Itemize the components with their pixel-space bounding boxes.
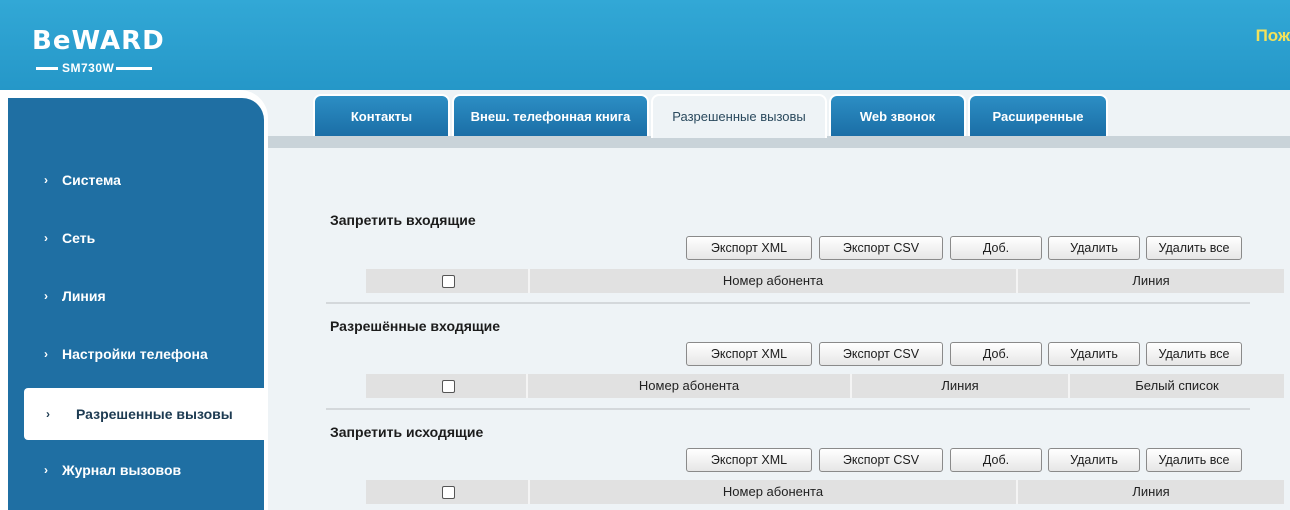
tab-label: Внеш. телефонная книга <box>470 109 631 124</box>
table-header: Номер абонента Линия Белый список <box>366 374 1284 398</box>
sidebar-item-label: Журнал вызовов <box>62 462 182 478</box>
model-line-left <box>36 67 58 70</box>
export-xml-button[interactable]: Экспорт XML <box>686 448 812 472</box>
delete-all-button[interactable]: Удалить все <box>1146 342 1242 366</box>
model-text: SM730W <box>62 61 115 75</box>
column-header: Линия <box>852 374 1070 398</box>
sidebar-item-label: Настройки телефона <box>62 346 208 362</box>
tab-contacts[interactable]: Контакты <box>313 94 450 136</box>
chevron-right-icon: › <box>44 231 48 245</box>
section-title-allow-incoming: Разрешённые входящие <box>330 318 501 334</box>
section-title-block-incoming: Запретить входящие <box>330 212 476 228</box>
sidebar-item-label: Разрешенные вызовы <box>76 406 233 422</box>
tab-allowed-calls[interactable]: Разрешенные вызовы <box>651 94 827 138</box>
brand-logo: BeWARD <box>32 26 165 56</box>
delete-button[interactable]: Удалить <box>1048 236 1140 260</box>
tab-web-call[interactable]: Web звонок <box>829 94 966 136</box>
column-header: Номер абонента <box>530 269 1018 293</box>
select-all-cell <box>366 480 530 504</box>
table-header: Номер абонента Линия <box>366 269 1284 293</box>
delete-all-button[interactable]: Удалить все <box>1146 448 1242 472</box>
chevron-right-icon: › <box>44 463 48 477</box>
sidebar-item-allowed-calls[interactable]: › Разрешенные вызовы <box>24 388 264 440</box>
chevron-right-icon: › <box>44 173 48 187</box>
select-all-cell <box>366 269 530 293</box>
delete-all-button[interactable]: Удалить все <box>1146 236 1242 260</box>
tab-label: Разрешенные вызовы <box>672 109 806 124</box>
column-header: Белый список <box>1135 378 1219 393</box>
sidebar-item-system[interactable]: › Система <box>8 154 264 206</box>
export-csv-button[interactable]: Экспорт CSV <box>819 236 943 260</box>
select-all-checkbox[interactable] <box>442 275 455 288</box>
chevron-right-icon: › <box>44 289 48 303</box>
sidebar-item-network[interactable]: › Сеть <box>8 212 264 264</box>
chevron-right-icon: › <box>44 347 48 361</box>
column-header: Линия <box>1132 484 1170 499</box>
model-label: SM730W <box>36 60 154 76</box>
section-divider <box>326 408 1250 410</box>
export-xml-button[interactable]: Экспорт XML <box>686 236 812 260</box>
sidebar-item-label: Сеть <box>62 230 96 246</box>
export-csv-button[interactable]: Экспорт CSV <box>819 448 943 472</box>
model-line-right <box>116 67 152 70</box>
delete-button[interactable]: Удалить <box>1048 342 1140 366</box>
tab-external-phonebook[interactable]: Внеш. телефонная книга <box>452 94 649 136</box>
table-header: Номер абонента Линия <box>366 480 1284 504</box>
column-header: Линия <box>1132 273 1170 288</box>
tab-label: Расширенные <box>992 109 1084 124</box>
section-title-block-outgoing: Запретить исходящие <box>330 424 484 440</box>
tab-label: Web звонок <box>859 109 936 124</box>
select-all-cell <box>366 374 528 398</box>
column-header: Номер абонента <box>528 374 852 398</box>
header-bar: BeWARD SM730W Пож <box>0 0 1290 90</box>
welcome-text: Пож <box>1255 26 1290 45</box>
add-button[interactable]: Доб. <box>950 236 1042 260</box>
sidebar-item-line[interactable]: › Линия <box>8 270 264 322</box>
chevron-right-icon: › <box>46 407 50 421</box>
select-all-checkbox[interactable] <box>442 380 455 393</box>
sidebar-item-label: Система <box>62 172 121 188</box>
tab-label: Контакты <box>350 109 413 124</box>
tab-advanced[interactable]: Расширенные <box>968 94 1108 136</box>
sidebar: › Система › Сеть › Линия › Настройки тел… <box>8 98 264 510</box>
sidebar-item-label: Линия <box>62 288 106 304</box>
delete-button[interactable]: Удалить <box>1048 448 1140 472</box>
export-csv-button[interactable]: Экспорт CSV <box>819 342 943 366</box>
export-xml-button[interactable]: Экспорт XML <box>686 342 812 366</box>
column-header: Номер абонента <box>530 480 1018 504</box>
sidebar-item-phone-settings[interactable]: › Настройки телефона <box>8 328 264 380</box>
add-button[interactable]: Доб. <box>950 342 1042 366</box>
sidebar-item-call-log[interactable]: › Журнал вызовов <box>8 444 264 496</box>
select-all-checkbox[interactable] <box>442 486 455 499</box>
section-divider <box>326 302 1250 304</box>
add-button[interactable]: Доб. <box>950 448 1042 472</box>
